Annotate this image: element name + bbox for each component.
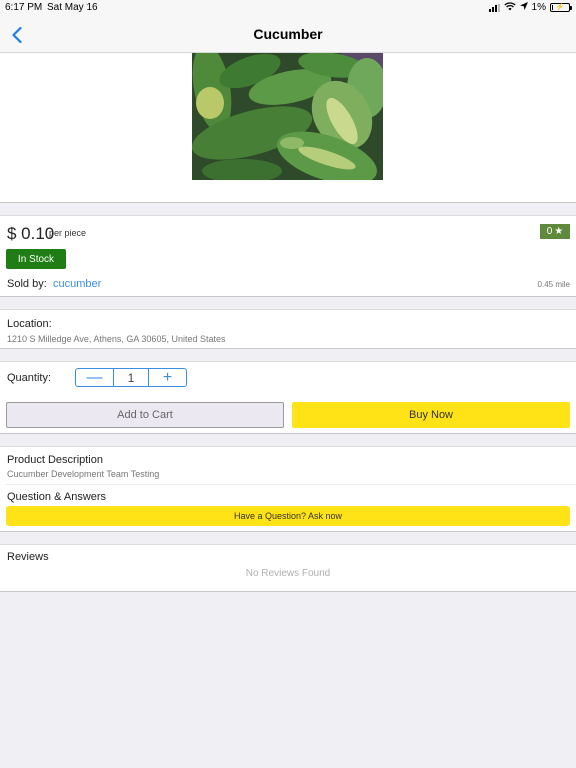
buy-now-button[interactable]: Buy Now [292,402,570,428]
description-body: Cucumber Development Team Testing [7,469,160,479]
stock-status-badge: In Stock [6,249,66,269]
page-title: Cucumber [253,26,323,42]
status-time: 6:17 PM [5,2,43,13]
ask-question-button[interactable]: Have a Question? Ask now [6,506,570,526]
quantity-stepper: — 1 + [75,368,187,387]
add-to-cart-button[interactable]: Add to Cart [6,402,284,428]
cart-section: Quantity: — 1 + Add to Cart Buy Now [0,361,576,434]
signal-icon [488,3,500,12]
description-title: Product Description [7,454,103,466]
product-image-section [0,44,576,203]
status-date: Sat May 16 [47,2,98,13]
status-indicators: 1% ⚡ [488,1,572,14]
location-label: Location: [7,318,52,330]
product-image [191,44,387,185]
price-unit: per piece [49,228,87,238]
seller-link[interactable]: cucumber [53,278,101,290]
seller-distance: 0.45 mile [537,280,570,289]
quantity-label: Quantity: [7,372,52,384]
location-section: Location: 1210 S Milledge Ave, Athens, G… [0,309,576,349]
reviews-empty-message: No Reviews Found [245,568,331,579]
sold-by-label: Sold by: [7,278,47,290]
price-section: $ 0.10 per piece 0 ★ In Stock Sold by: c… [0,215,576,297]
rating-badge[interactable]: 0 ★ [540,224,570,239]
rating-value: 0 [546,226,553,237]
battery-percentage: 1% [531,2,546,13]
increment-button[interactable]: + [149,369,186,386]
battery-charging-icon: ⚡ [550,3,572,12]
star-icon: ★ [554,226,564,237]
location-address: 1210 S Milledge Ave, Athens, GA 30605, U… [7,334,226,344]
reviews-section: Reviews No Reviews Found [0,544,576,592]
quantity-value[interactable]: 1 [113,369,149,386]
description-section: Product Description Cucumber Development… [0,446,576,532]
navigation-bar: Cucumber [0,16,576,53]
location-arrow-icon [519,2,528,13]
status-bar: 6:17 PM Sat May 16 1% ⚡ [0,0,576,16]
wifi-icon [503,1,516,14]
decrement-button[interactable]: — [76,369,113,386]
section-divider [6,484,576,485]
product-price: $ 0.10 [7,224,55,243]
reviews-title: Reviews [7,551,49,563]
qa-title: Question & Answers [7,491,107,503]
